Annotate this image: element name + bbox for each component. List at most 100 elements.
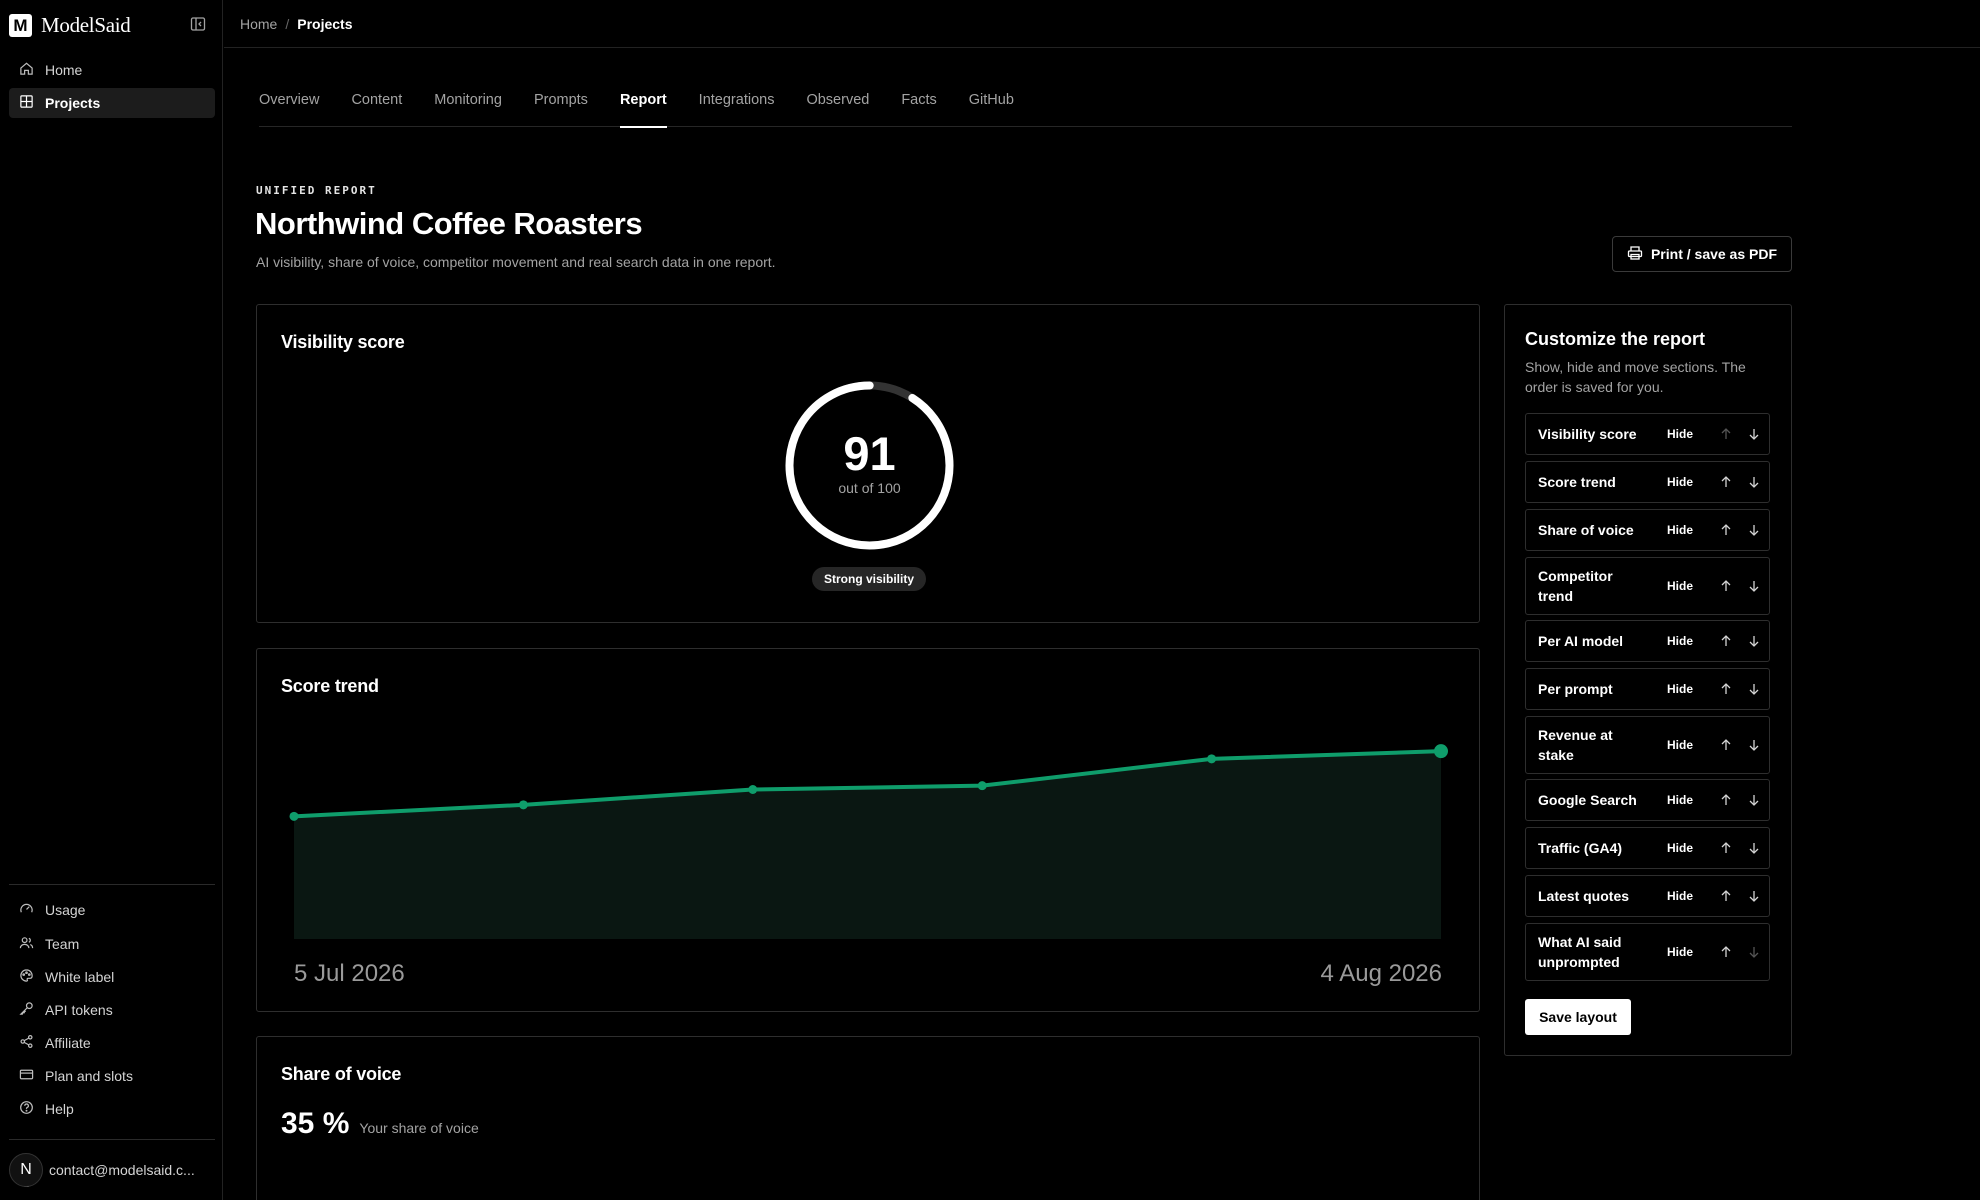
sidebar-item-help[interactable]: Help xyxy=(9,1094,215,1124)
section-row-label: What AI said unprompted xyxy=(1538,934,1622,970)
tab-integrations[interactable]: Integrations xyxy=(699,80,775,127)
section-row-label: Visibility score xyxy=(1538,426,1637,442)
hide-button[interactable]: Hide xyxy=(1667,841,1693,855)
sidebar-item-label: Projects xyxy=(45,95,101,111)
move-down-arrow-icon[interactable] xyxy=(1747,889,1761,903)
hide-button[interactable]: Hide xyxy=(1667,427,1693,441)
tab-facts[interactable]: Facts xyxy=(901,80,936,127)
sidebar-item-home[interactable]: Home xyxy=(9,55,215,85)
score-trend-card: Score trend 5 Jul 2026 4 Aug 2026 xyxy=(256,648,1480,1012)
tab-observed[interactable]: Observed xyxy=(806,80,869,127)
sidebar-item-label: Affiliate xyxy=(45,1035,91,1051)
sidebar-item-label: Team xyxy=(45,936,80,952)
print-button[interactable]: Print / save as PDF xyxy=(1612,236,1792,272)
hide-button[interactable]: Hide xyxy=(1667,475,1693,489)
key-icon xyxy=(19,1001,34,1019)
panel-subtitle: Show, hide and move sections. The order … xyxy=(1525,359,1746,395)
hide-button[interactable]: Hide xyxy=(1667,889,1693,903)
hide-button[interactable]: Hide xyxy=(1667,634,1693,648)
move-up-arrow-icon[interactable] xyxy=(1719,634,1733,648)
hide-button[interactable]: Hide xyxy=(1667,579,1693,593)
section-row-traffic-ga4: Traffic (GA4) Hide xyxy=(1525,827,1770,869)
sidebar-item-label: Usage xyxy=(45,902,86,918)
sidebar-item-usage[interactable]: Usage xyxy=(9,895,215,925)
move-down-arrow-icon[interactable] xyxy=(1747,579,1761,593)
panel-title: Customize the report xyxy=(1525,329,1706,349)
section-row-label: Traffic (GA4) xyxy=(1538,840,1623,856)
trend-area xyxy=(294,751,1441,939)
avatar: N xyxy=(9,1153,43,1187)
share-of-voice-value: 35 % xyxy=(281,1107,350,1140)
move-down-arrow-icon[interactable] xyxy=(1747,841,1761,855)
move-up-arrow-icon[interactable] xyxy=(1719,841,1733,855)
tab-content[interactable]: Content xyxy=(351,80,402,127)
brand[interactable]: M ModelSaid xyxy=(9,13,131,38)
score-trend-chart xyxy=(289,744,1448,939)
sidebar-item-white-label[interactable]: White label xyxy=(9,962,215,992)
save-layout-button[interactable]: Save layout xyxy=(1525,999,1631,1035)
score-out-of: out of 100 xyxy=(838,480,901,496)
trend-point xyxy=(1434,744,1448,759)
hide-button[interactable]: Hide xyxy=(1667,682,1693,696)
sidebar-item-team[interactable]: Team xyxy=(9,929,215,959)
breadcrumb-home[interactable]: Home xyxy=(240,16,277,32)
chart-end-date: 4 Aug 2026 xyxy=(1320,960,1442,987)
page-title: Northwind Coffee Roasters xyxy=(255,206,643,241)
move-up-arrow-icon[interactable] xyxy=(1719,579,1733,593)
section-row-label: Share of voice xyxy=(1538,522,1634,538)
share-of-voice-summary: 35 % Your share of voice xyxy=(281,1107,479,1141)
section-row-revenue-at-stake: Revenue at stake Hide xyxy=(1525,716,1770,774)
tab-report[interactable]: Report xyxy=(619,80,667,128)
tab-prompts[interactable]: Prompts xyxy=(534,80,588,127)
hide-button[interactable]: Hide xyxy=(1667,738,1693,752)
customize-panel: Customize the report Show, hide and move… xyxy=(1504,304,1792,1056)
move-down-arrow-icon[interactable] xyxy=(1747,738,1761,752)
app: M ModelSaid Home Projects Usage Team Whi… xyxy=(0,0,1980,1200)
user-menu[interactable]: N contact@modelsaid.c... xyxy=(9,1150,215,1190)
brand-name: ModelSaid xyxy=(41,13,131,37)
move-up-arrow-icon[interactable] xyxy=(1719,738,1733,752)
project-tabs: Overview Content Monitoring Prompts Repo… xyxy=(259,80,1792,128)
move-down-arrow-icon[interactable] xyxy=(1747,634,1761,648)
section-row-label: Per AI model xyxy=(1538,633,1624,649)
trend-point xyxy=(748,785,758,794)
move-up-arrow-icon[interactable] xyxy=(1719,889,1733,903)
hide-button[interactable]: Hide xyxy=(1667,945,1693,959)
tab-github[interactable]: GitHub xyxy=(969,80,1014,127)
move-down-arrow-icon[interactable] xyxy=(1747,793,1761,807)
sidebar-item-plan-and-slots[interactable]: Plan and slots xyxy=(9,1061,215,1091)
sidebar-item-projects[interactable]: Projects xyxy=(9,88,215,118)
tab-overview[interactable]: Overview xyxy=(259,80,319,127)
section-row-what-ai-said-unprompted: What AI said unprompted Hide xyxy=(1525,923,1770,981)
trend-point xyxy=(977,781,987,791)
card-title: Share of voice xyxy=(281,1064,402,1084)
move-up-arrow-icon[interactable] xyxy=(1719,475,1733,489)
move-down-arrow-icon[interactable] xyxy=(1747,682,1761,696)
section-row-visibility-score: Visibility score Hide xyxy=(1525,413,1770,455)
hide-button[interactable]: Hide xyxy=(1667,523,1693,537)
sidebar-item-affiliate[interactable]: Affiliate xyxy=(9,1028,215,1058)
move-down-arrow-icon[interactable] xyxy=(1747,475,1761,489)
section-row-label: Competitor trend xyxy=(1538,568,1613,604)
breadcrumb: Home / Projects xyxy=(224,0,1980,48)
move-up-arrow-icon[interactable] xyxy=(1719,793,1733,807)
trend-point xyxy=(289,811,299,821)
move-up-arrow-icon[interactable] xyxy=(1719,945,1733,959)
status-badge: Strong visibility xyxy=(812,567,926,591)
printer-icon xyxy=(1627,245,1643,264)
collapse-sidebar-icon[interactable] xyxy=(190,16,206,32)
move-up-arrow-icon[interactable] xyxy=(1719,523,1733,537)
move-down-arrow-icon[interactable] xyxy=(1747,523,1761,537)
grid-icon xyxy=(19,94,34,112)
move-up-arrow-icon[interactable] xyxy=(1719,682,1733,696)
tab-monitoring[interactable]: Monitoring xyxy=(434,80,502,127)
card-icon xyxy=(19,1067,34,1085)
move-down-arrow-icon[interactable] xyxy=(1747,427,1761,441)
sidebar-divider xyxy=(9,884,215,885)
sidebar-item-label: API tokens xyxy=(45,1002,113,1018)
hide-button[interactable]: Hide xyxy=(1667,793,1693,807)
breadcrumb-separator: / xyxy=(285,15,290,32)
print-button-label: Print / save as PDF xyxy=(1650,246,1778,262)
section-row-share-of-voice: Share of voice Hide xyxy=(1525,509,1770,551)
sidebar-item-api-tokens[interactable]: API tokens xyxy=(9,995,215,1025)
